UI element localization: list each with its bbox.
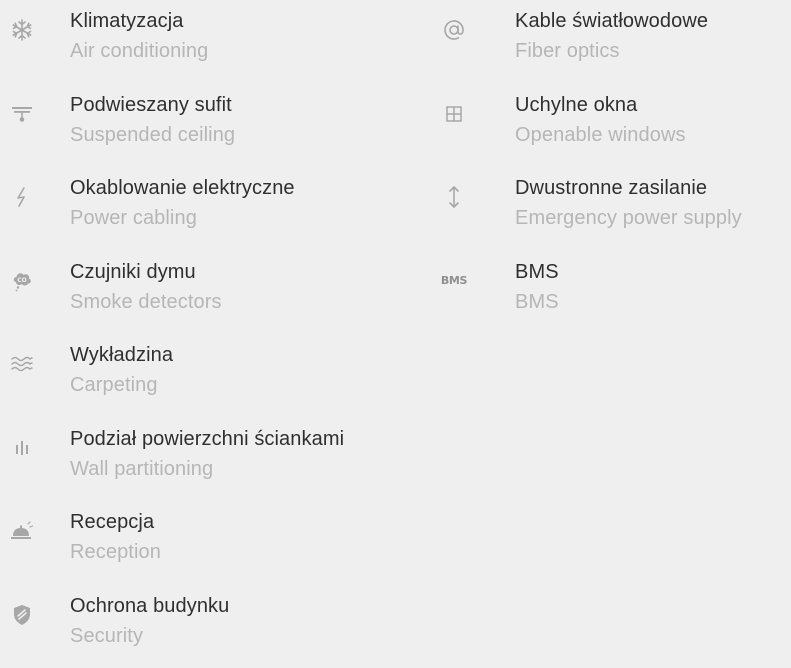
amenities-list-right: Kable światłowodowe Fiber optics Uchylne… [440, 0, 791, 334]
amenity-label-en: BMS [515, 287, 559, 317]
amenity-label-pl: Uchylne okna [515, 90, 686, 120]
amenity-security: Ochrona budynku Security [0, 585, 440, 668]
amenity-label-en: Power cabling [70, 203, 295, 233]
amenity-label-pl: Wykładzina [70, 340, 173, 370]
shield-icon [8, 601, 36, 629]
amenity-power-cabling: Okablowanie elektryczne Power cabling [0, 167, 440, 251]
lightning-icon [8, 183, 36, 211]
bms-icon: BMS [440, 267, 468, 295]
amenity-label-en: Openable windows [515, 120, 686, 150]
amenity-label-en: Carpeting [70, 370, 173, 400]
amenity-label-pl: Kable światłowodowe [515, 6, 708, 36]
amenity-reception: Recepcja Reception [0, 501, 440, 585]
amenity-label-en: Wall partitioning [70, 454, 344, 484]
amenity-label-pl: Podwieszany sufit [70, 90, 235, 120]
amenity-label-en: Smoke detectors [70, 287, 222, 317]
reception-bell-icon [8, 517, 36, 545]
amenity-openable-windows: Uchylne okna Openable windows [440, 84, 791, 168]
amenity-label-pl: Okablowanie elektryczne [70, 173, 295, 203]
partition-icon [8, 434, 36, 462]
amenity-emergency-power: Dwustronne zasilanie Emergency power sup… [440, 167, 791, 251]
amenity-label-pl: Czujniki dymu [70, 257, 222, 287]
amenity-label-pl: Dwustronne zasilanie [515, 173, 742, 203]
window-icon [440, 100, 468, 128]
amenity-label-pl: Recepcja [70, 507, 161, 537]
amenity-suspended-ceiling: Podwieszany sufit Suspended ceiling [0, 84, 440, 168]
amenity-label-en: Reception [70, 537, 161, 567]
waves-icon [8, 350, 36, 378]
amenity-wall-partitioning: Podział powierzchni ściankami Wall parti… [0, 418, 440, 502]
amenity-air-conditioning: Klimatyzacja Air conditioning [0, 0, 440, 84]
amenity-smoke-detectors: CO Czujniki dymu Smoke detectors [0, 251, 440, 335]
snowflake-icon [8, 16, 36, 44]
amenity-label-en: Air conditioning [70, 36, 208, 66]
amenity-label-pl: BMS [515, 257, 559, 287]
smoke-detector-icon: CO [8, 267, 36, 295]
amenity-label-en: Fiber optics [515, 36, 708, 66]
amenity-label-en: Security [70, 621, 229, 651]
smoke-icon-text: CO [17, 277, 27, 284]
bms-icon-text: BMS [441, 274, 467, 287]
amenity-carpeting: Wykładzina Carpeting [0, 334, 440, 418]
up-down-arrow-icon [440, 183, 468, 211]
amenity-label-pl: Podział powierzchni ściankami [70, 424, 344, 454]
at-sign-icon [440, 16, 468, 44]
amenity-label-pl: Klimatyzacja [70, 6, 208, 36]
amenity-label-en: Suspended ceiling [70, 120, 235, 150]
amenity-fiber-optics: Kable światłowodowe Fiber optics [440, 0, 791, 84]
ceiling-lamp-icon [8, 100, 36, 128]
amenity-label-pl: Ochrona budynku [70, 591, 229, 621]
amenities-list-left: Klimatyzacja Air conditioning Podwieszan… [0, 0, 440, 668]
amenity-label-en: Emergency power supply [515, 203, 742, 233]
amenity-bms: BMS BMS BMS [440, 251, 791, 335]
